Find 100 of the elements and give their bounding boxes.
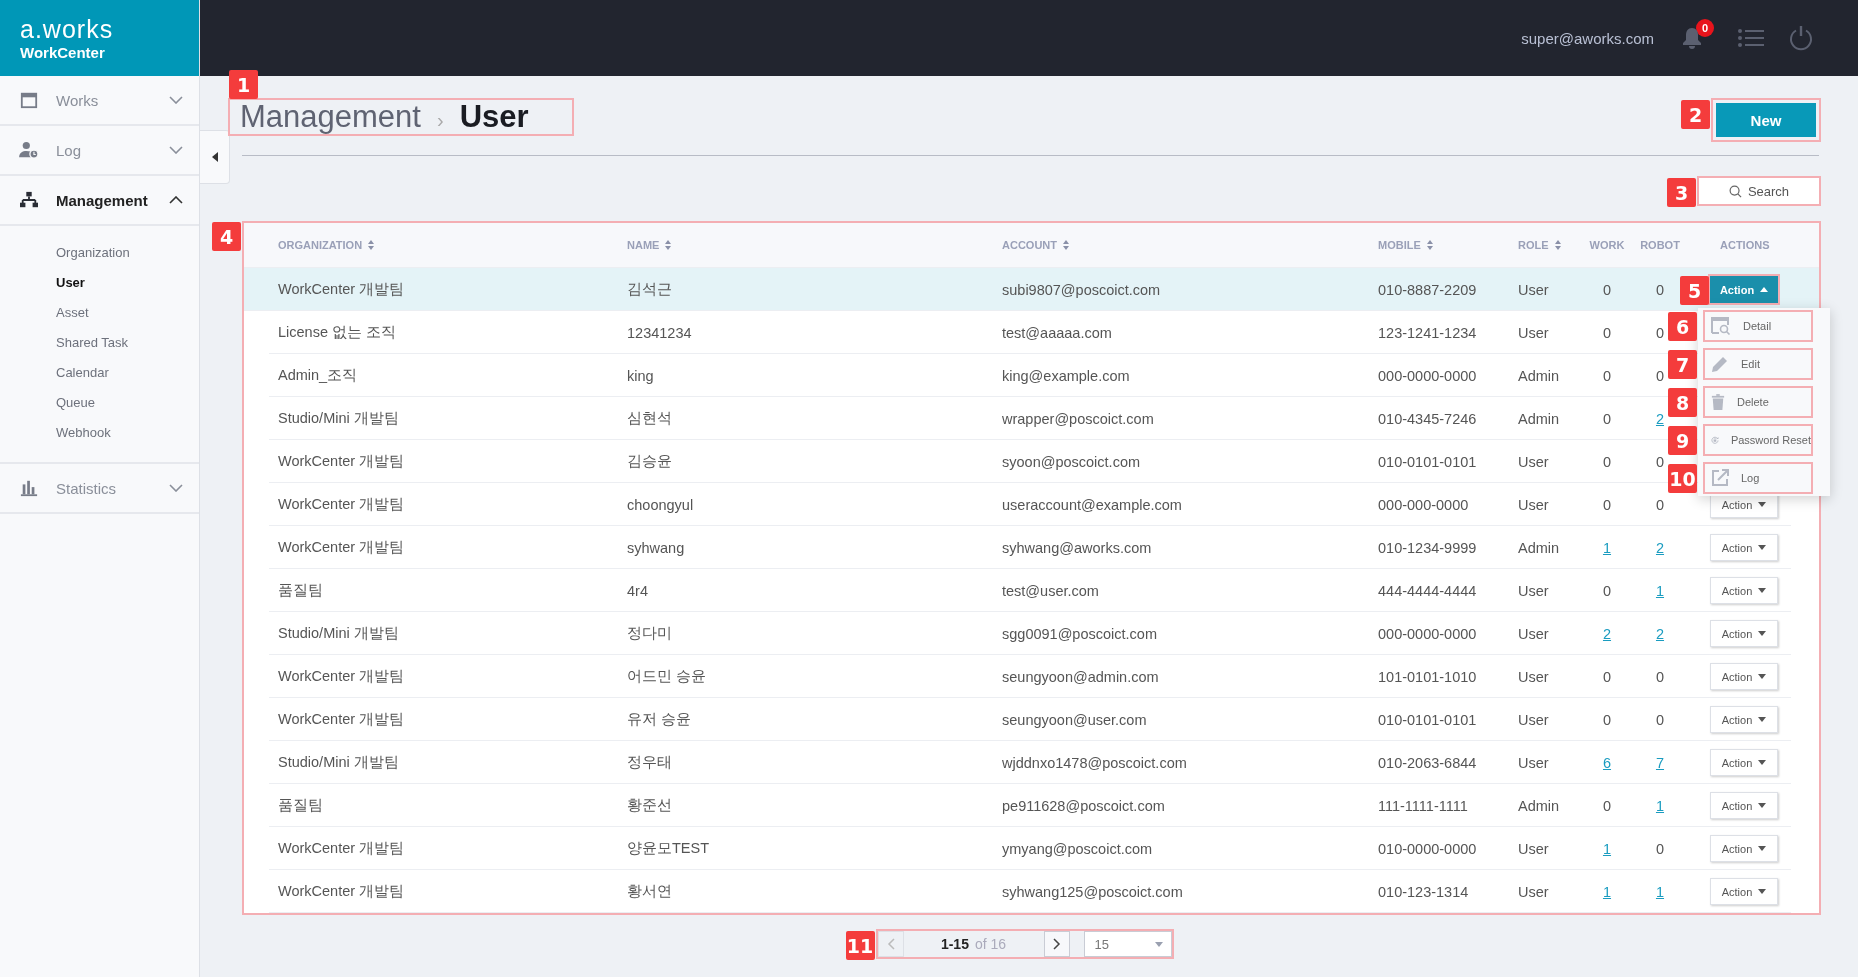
table-cell: User: [1518, 496, 1549, 513]
table-cell: 010-123-1314: [1378, 883, 1469, 900]
table-cell: 000-0000-0000: [1378, 367, 1477, 384]
table-cell: 010-0101-0101: [1378, 711, 1477, 728]
table-cell: 0: [1655, 496, 1665, 513]
table-cell: 0: [1602, 281, 1612, 298]
table-cell: syhwang: [627, 539, 685, 556]
table-cell: 0: [1602, 711, 1612, 728]
table-cell: User: [1518, 840, 1549, 857]
table-cell: useraccount@example.com: [1002, 496, 1182, 513]
callout-badge: 9: [1668, 426, 1697, 455]
table-cell: User: [1518, 281, 1549, 298]
table-cell: 정다미: [627, 624, 672, 643]
table-cell: 0: [1655, 367, 1665, 384]
table-cell: 0: [1602, 668, 1612, 685]
table-cell: 0: [1655, 453, 1665, 470]
table-cell: 0: [1602, 367, 1612, 384]
callout-badge: 6: [1668, 312, 1697, 341]
page-title: User: [459, 100, 529, 134]
table-cell: king@example.com: [1002, 367, 1130, 384]
table-cell: seungyoon@user.com: [1002, 711, 1147, 728]
table-cell: User: [1518, 453, 1549, 470]
table-cell: Admin_조직: [278, 366, 358, 385]
table-cell: 101-0101-1010: [1378, 668, 1477, 685]
table-cell: choongyul: [627, 496, 694, 513]
table-cell: WorkCenter 개발팀: [278, 280, 405, 299]
table-cell: WorkCenter 개발팀: [278, 710, 405, 729]
table-cell: User: [1518, 883, 1549, 900]
table-cell: User: [1518, 324, 1549, 341]
table-cell: 000-0000-0000: [1378, 625, 1477, 642]
table-cell: 0: [1602, 582, 1612, 599]
table-cell: seungyoon@admin.com: [1002, 668, 1159, 685]
table-cell: 010-0101-0101: [1378, 453, 1477, 470]
table-cell: syoon@poscoict.com: [1002, 453, 1141, 470]
table-cell: Studio/Mini 개발팀: [278, 624, 399, 643]
table-cell: User: [1518, 625, 1549, 642]
callout-badge: 1: [229, 70, 258, 99]
page-total: of 16: [974, 936, 1007, 952]
callout-badge: 3: [1667, 178, 1696, 207]
callout-badge: 5: [1680, 276, 1709, 305]
table-cell: 김석근: [627, 280, 672, 299]
callout-badge: 8: [1668, 388, 1697, 417]
table-cell: 0: [1655, 711, 1665, 728]
table-cell: Admin: [1518, 797, 1560, 814]
table-cell: WorkCenter 개발팀: [278, 667, 405, 686]
callout-badge: 4: [212, 222, 241, 251]
table-cell: 4r4: [627, 582, 648, 599]
table-cell: Studio/Mini 개발팀: [278, 753, 399, 772]
table-cell: 010-2063-6844: [1378, 754, 1477, 771]
table-cell: 0: [1655, 324, 1665, 341]
notification-count: 0: [1696, 19, 1714, 37]
table-cell: test@user.com: [1002, 582, 1099, 599]
table-cell: wjddnxo1478@poscoict.com: [1002, 754, 1187, 771]
table-cell: WorkCenter 개발팀: [278, 882, 405, 901]
callout-badge: 10: [1668, 464, 1697, 493]
table-cell: 0: [1655, 668, 1665, 685]
table-cell: User: [1518, 711, 1549, 728]
table-cell: 황준선: [627, 796, 672, 815]
table-cell: 444-4444-4444: [1378, 582, 1477, 599]
callout-badge: 7: [1668, 350, 1697, 379]
table-cell: Admin: [1518, 539, 1560, 556]
table-cell: 0: [1602, 324, 1612, 341]
table-cell: 품질팀: [278, 796, 323, 815]
table-cell: 김승윤: [627, 452, 672, 471]
table-cell: 0: [1602, 797, 1612, 814]
table-cell: License 없는 조직: [278, 323, 397, 342]
table-cell: 황서연: [627, 882, 672, 901]
table-cell: 정우태: [627, 753, 672, 772]
table-cell: syhwang125@poscoict.com: [1002, 883, 1183, 900]
logo: a.works: [20, 15, 115, 42]
table-cell: Studio/Mini 개발팀: [278, 409, 399, 428]
table-cell: 111-1111-1111: [1378, 797, 1468, 814]
table-cell: wrapper@poscoict.com: [1002, 410, 1154, 427]
table-cell: king: [627, 367, 654, 384]
table-cell: Admin: [1518, 367, 1560, 384]
table-cell: WorkCenter 개발팀: [278, 495, 405, 514]
column-header: ROBOT: [1639, 239, 1681, 251]
table-cell: sgg0091@poscoict.com: [1002, 625, 1157, 642]
table-cell: 어드민 승윤: [627, 667, 707, 686]
table-cell: 품질팀: [278, 581, 323, 600]
table-cell: Admin: [1518, 410, 1560, 427]
column-header: WORK: [1588, 239, 1626, 251]
table-cell: 000-000-0000: [1378, 496, 1469, 513]
table-cell: WorkCenter 개발팀: [278, 452, 405, 471]
table-cell: subi9807@poscoict.com: [1002, 281, 1161, 298]
table-cell: 123-1241-1234: [1378, 324, 1477, 341]
table-cell: 0: [1655, 281, 1665, 298]
table-cell: ymyang@poscoict.com: [1002, 840, 1153, 857]
product-name: WorkCenter: [20, 43, 106, 61]
table-cell: syhwang@aworks.com: [1002, 539, 1152, 556]
table-cell: 양윤모TEST: [627, 839, 710, 858]
table-cell: 심현석: [627, 409, 672, 428]
table-cell: WorkCenter 개발팀: [278, 839, 405, 858]
column-header: ACTIONS: [1719, 239, 1771, 251]
table-cell: 0: [1655, 840, 1665, 857]
table-cell: 0: [1602, 453, 1612, 470]
table-cell: test@aaaaa.com: [1002, 324, 1112, 341]
table-cell: WorkCenter 개발팀: [278, 538, 405, 557]
table-cell: 0: [1602, 496, 1612, 513]
breadcrumb-separator: ›: [436, 109, 444, 132]
